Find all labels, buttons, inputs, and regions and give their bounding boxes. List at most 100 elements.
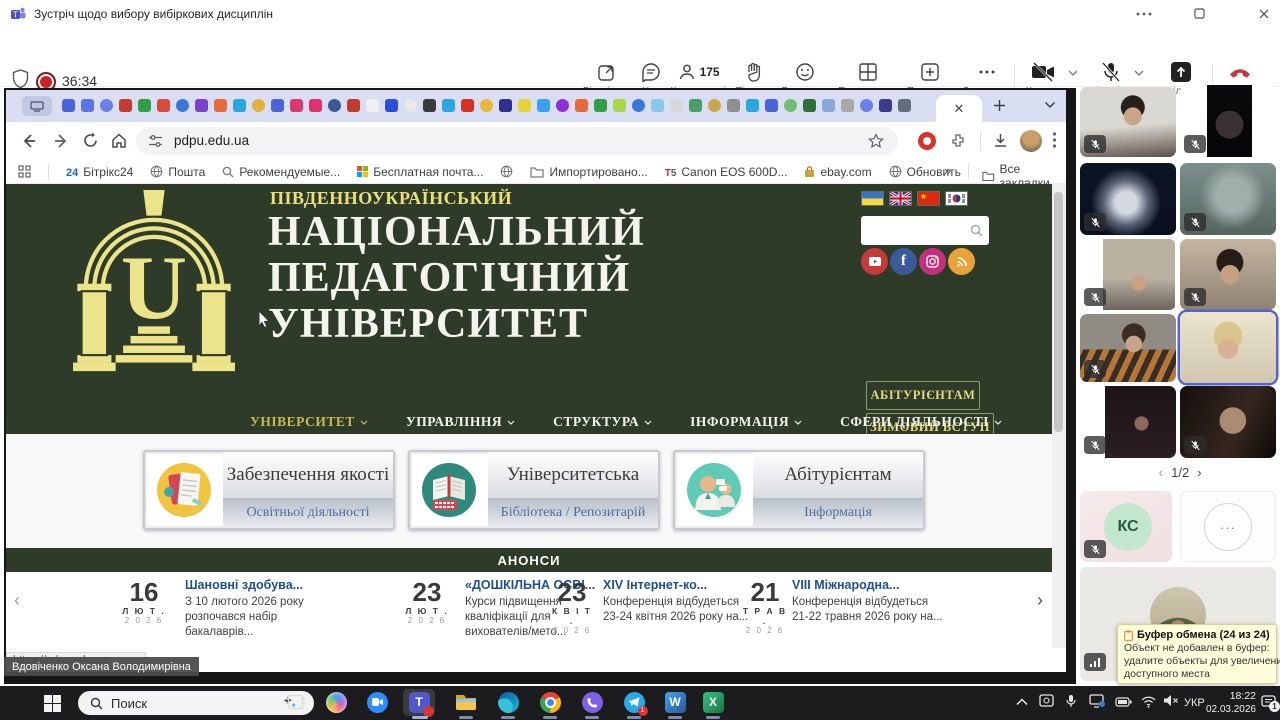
browser-tab-favicon[interactable] [290,99,303,112]
bookmark-item[interactable]: Пошта [150,165,205,179]
browser-tab-favicon[interactable] [214,99,227,112]
rss-icon[interactable] [948,248,975,275]
bookmark-item[interactable]: T5Canon EOS 600D... [665,165,788,179]
browser-tab-favicon[interactable] [423,99,436,112]
tray-volume-muted-icon[interactable] [1163,694,1179,707]
bookmark-item[interactable] [500,165,513,179]
flag-china-icon[interactable]: ★ [918,192,939,205]
reload-icon[interactable] [82,132,99,149]
news-title[interactable]: VIII Міжнародна... [792,578,943,592]
bookmark-item[interactable]: 24Бітрікс24 [66,165,133,179]
header-button[interactable]: АБІТУРІЄНТАМ [866,381,980,410]
page-prev-icon[interactable]: ‹ [1158,464,1163,480]
bookmarks-overflow-icon[interactable]: » [944,163,951,178]
camera-chevron-icon[interactable] [1068,70,1078,76]
apps-grid-icon[interactable] [18,165,31,178]
taskbar-search[interactable]: Поиск ✦✦ [78,691,314,715]
teams-icon[interactable]: T [407,690,431,714]
browser-tab-favicon[interactable] [898,99,911,112]
browser-tab-favicon[interactable] [556,99,569,112]
taskbar-clock[interactable]: 18:22 02.03.2026 [1200,690,1256,716]
tray-mic-icon[interactable] [1065,694,1077,708]
downloads-icon[interactable] [992,132,1009,149]
participant-video-tile[interactable] [1080,314,1176,382]
participant-tile-initials[interactable]: КС [1080,491,1172,562]
browser-tab-favicon[interactable] [860,99,873,112]
file-explorer-icon[interactable] [454,690,478,714]
browser-tab-favicon[interactable] [879,99,892,112]
browser-tab-favicon[interactable] [499,99,512,112]
browser-tab-favicon[interactable] [233,99,246,112]
browser-tab-favicon[interactable] [138,99,151,112]
bookmark-item[interactable]: Бесплатная почта... [357,165,483,179]
window-close-icon[interactable] [1258,8,1270,20]
participant-video-tile[interactable] [1080,163,1176,235]
scrollbar-thumb[interactable] [1054,192,1063,432]
bookmark-star-icon[interactable] [868,133,884,149]
browser-tab-favicon[interactable] [461,99,474,112]
facebook-icon[interactable]: f [890,248,917,275]
browser-tab-favicon[interactable] [252,99,265,112]
participant-tile-empty[interactable]: ··· [1180,491,1276,562]
browser-tab-favicon[interactable] [385,99,398,112]
browser-tab-favicon[interactable] [727,99,740,112]
tray-battery-icon[interactable] [1115,697,1132,707]
participant-video-tile[interactable] [1080,87,1176,157]
bookmark-item[interactable]: ebay.com [804,165,871,179]
site-search-input[interactable] [861,216,989,245]
browser-tab-favicon[interactable] [632,99,645,112]
page-scrollbar[interactable] [1052,184,1066,648]
news-item[interactable]: VIII Міжнародна...Конференція відбудетьс… [792,578,943,625]
start-button-icon[interactable] [44,695,61,712]
new-tab-icon[interactable] [992,98,1007,113]
chrome-icon[interactable] [538,690,562,714]
news-item[interactable]: XIV Інтернет-ко...Конференція відбудетьс… [603,578,748,625]
tray-wifi-icon[interactable] [1141,696,1156,708]
flag-korea-icon[interactable] [946,192,967,205]
browser-tab-favicon[interactable] [442,99,455,112]
browser-tab-favicon[interactable] [176,99,189,112]
news-title[interactable]: Шановні здобува... [185,578,304,592]
address-bar[interactable]: pdpu.edu.ua [136,127,898,155]
browser-tab-favicon[interactable] [746,99,759,112]
browser-tab-favicon[interactable] [651,99,664,112]
browser-tab-favicon[interactable] [480,99,493,112]
bookmark-item[interactable]: Рекомендуемые... [222,165,340,179]
tune-icon[interactable] [148,134,163,148]
news-item[interactable]: Шановні здобува...З 10 лютого 2026 рокур… [185,578,304,640]
edge-icon[interactable] [496,690,520,714]
telegram-icon[interactable]: 1 [622,690,646,714]
browser-tab-favicon[interactable] [803,99,816,112]
bookmark-item[interactable]: Импортировано... [530,165,647,179]
instagram-icon[interactable] [919,248,946,275]
tab-list-chevron-icon[interactable] [1044,101,1056,109]
tab-close-icon[interactable]: ✕ [954,101,965,117]
nav-item[interactable]: УПРАВЛІННЯ [406,414,515,430]
banner-card-applicants[interactable]: АбітурієнтамІнформація [673,450,925,530]
banner-card-quality[interactable]: Забезпечення якостіОсвітньої діяльності [143,450,395,530]
forward-icon[interactable] [52,132,70,150]
browser-tab-favicon[interactable] [100,99,113,112]
excel-icon[interactable]: X [701,690,725,714]
window-more-icon[interactable] [1136,9,1152,19]
banner-card-library[interactable]: УніверситетськаБібліотека / Репозитарій [408,450,660,530]
browser-tab-favicon[interactable] [822,99,835,112]
browser-tab-favicon[interactable] [195,99,208,112]
active-tab[interactable]: ✕ [936,95,982,122]
browser-tab-favicon[interactable] [765,99,778,112]
back-icon[interactable] [20,132,38,150]
nav-item[interactable]: СТРУКТУРА [553,414,652,430]
participant-video-tile[interactable] [1180,312,1276,383]
browser-tab-favicon[interactable] [670,99,683,112]
tray-display-icon[interactable] [1089,694,1105,708]
window-restore-icon[interactable] [1194,8,1205,19]
youtube-icon[interactable] [861,248,888,275]
extension-red-icon[interactable] [918,132,936,150]
browser-tab-favicon[interactable] [366,99,379,112]
copilot-icon[interactable] [324,690,348,714]
participant-video-tile[interactable] [1080,239,1176,310]
browser-tab-favicon[interactable] [537,99,550,112]
nav-item[interactable]: УНІВЕРСИТЕТ [250,414,368,430]
tray-sync-icon[interactable] [1039,694,1054,707]
carousel-next-icon[interactable]: › [1037,590,1043,611]
